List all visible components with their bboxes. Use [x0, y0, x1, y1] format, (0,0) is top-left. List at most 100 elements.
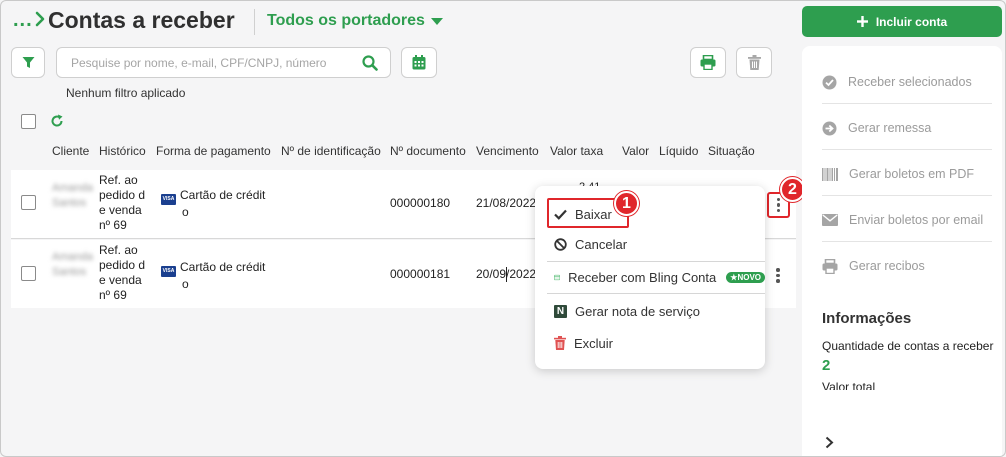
barcode-icon [822, 167, 838, 181]
client-name-blurred: Amanda Santos [52, 251, 93, 278]
panel-divider [822, 195, 992, 196]
filter-button[interactable] [11, 47, 45, 78]
breadcrumb[interactable]: ... [13, 9, 45, 32]
delete-button[interactable] [736, 47, 772, 78]
historico-line: pedido d [99, 188, 146, 202]
actions-panel: Receber selecionados Gerar remessa Gerar… [802, 46, 1002, 456]
page-title: Contas a receber [48, 7, 235, 33]
menu-item-baixar[interactable]: Baixar [535, 200, 765, 228]
printer-icon [822, 258, 838, 274]
client-name-blurred: Amanda Santos [52, 182, 93, 209]
col-identificacao[interactable]: Nº de identificação [281, 144, 381, 158]
chevron-right-icon [35, 11, 44, 27]
mail-icon [822, 214, 838, 226]
action-enviar-boletos-email[interactable]: Enviar boletos por email [822, 210, 992, 230]
panel-divider [822, 241, 992, 242]
step-badge-1: 1 [614, 191, 639, 216]
info-title: Informações [822, 310, 912, 327]
menu-item-label: Gerar nota de serviço [575, 303, 701, 319]
add-account-button[interactable]: Incluir conta [802, 6, 1002, 37]
calendar-button[interactable] [401, 47, 437, 78]
row-actions-button[interactable] [776, 268, 780, 283]
menu-item-label: Excluir [574, 335, 614, 351]
menu-item-cancelar[interactable]: Cancelar [535, 230, 765, 258]
action-label: Gerar boletos em PDF [849, 167, 975, 181]
col-historico[interactable]: Histórico [99, 144, 146, 158]
ban-icon [554, 237, 567, 251]
payment-method-line: Cartão de crédit [180, 188, 266, 202]
col-situacao[interactable]: Situação [708, 144, 755, 158]
total-label: Valor total [822, 380, 876, 390]
wallet-icon [554, 274, 561, 280]
action-gerar-recibos[interactable]: Gerar recibos [822, 256, 992, 276]
menu-item-nota-servico[interactable]: N Gerar nota de serviço [535, 297, 765, 325]
plus-icon [856, 16, 868, 27]
arrow-circle-icon [822, 121, 837, 135]
select-all-checkbox[interactable] [21, 114, 36, 129]
printer-icon [700, 55, 716, 70]
panel-divider [822, 149, 992, 150]
add-account-label: Incluir conta [875, 14, 948, 29]
menu-item-excluir[interactable]: Excluir [535, 329, 765, 357]
action-gerar-boletos-pdf[interactable]: Gerar boletos em PDF [822, 164, 992, 184]
historico-line: pedido d [99, 258, 146, 272]
action-label: Gerar remessa [848, 121, 932, 135]
visa-card-icon: VISA [161, 194, 176, 205]
payment-method-line: o [182, 205, 189, 219]
trash-icon [747, 55, 761, 70]
historico-line: e venda [99, 203, 142, 217]
historico-cell: Ref. ao pedido d e venda nº 69 [99, 243, 155, 303]
historico-cell: Ref. ao pedido d e venda nº 69 [99, 173, 155, 233]
print-button[interactable] [690, 47, 726, 78]
portadores-dropdown[interactable]: Todos os portadores [267, 12, 443, 30]
col-forma-pagamento[interactable]: Forma de pagamento [156, 144, 271, 158]
menu-item-label: Receber com Bling Conta [568, 269, 717, 285]
panel-divider [822, 103, 992, 104]
header-divider [254, 9, 255, 35]
kebab-menu-icon [776, 197, 781, 213]
check-icon [554, 209, 567, 220]
document-number: 000000180 [390, 196, 451, 210]
col-liquido[interactable]: Líquido [659, 144, 698, 158]
chevron-right-icon[interactable] [825, 436, 834, 449]
row-context-menu: Baixar Cancelar Receber com Bling Conta … [535, 186, 765, 369]
payment-method-line: o [182, 277, 189, 291]
document-number: 000000181 [390, 267, 451, 281]
historico-line: Ref. ao [99, 173, 138, 187]
search-icon[interactable] [362, 55, 378, 71]
quantity-value: 2 [822, 357, 831, 374]
action-receber-selecionados[interactable]: Receber selecionados [822, 72, 992, 92]
search-box[interactable] [56, 47, 391, 78]
search-input[interactable] [71, 54, 351, 72]
trash-icon [554, 336, 566, 350]
payment-cell: VISA Cartão de crédit o [161, 188, 276, 220]
col-cliente[interactable]: Cliente [52, 144, 89, 158]
col-vencimento[interactable]: Vencimento [476, 144, 539, 158]
action-label: Receber selecionados [848, 75, 972, 89]
menu-item-label: Cancelar [575, 236, 628, 252]
historico-line: Ref. ao [99, 243, 138, 257]
filter-status: Nenhum filtro aplicado [66, 86, 186, 100]
payment-method-line: Cartão de crédit [180, 260, 266, 274]
historico-line: e venda [99, 273, 142, 287]
new-badge: ★NOVO [726, 271, 765, 283]
refresh-icon[interactable] [50, 114, 64, 128]
menu-item-receber-bling[interactable]: Receber com Bling Conta ★NOVO [535, 263, 765, 291]
visa-card-icon: VISA [161, 266, 176, 277]
row-checkbox[interactable] [21, 266, 36, 281]
calendar-icon [412, 55, 426, 70]
n-icon: N [554, 304, 567, 318]
app-frame: ... Contas a receber Todos os portadores… [0, 0, 1006, 457]
filter-icon [22, 57, 34, 68]
col-documento[interactable]: Nº documento [390, 144, 466, 158]
menu-item-label: Baixar [575, 206, 612, 222]
menu-divider [547, 293, 765, 294]
row-checkbox[interactable] [21, 195, 36, 210]
menu-divider [547, 261, 765, 262]
breadcrumb-ellipsis[interactable]: ... [13, 9, 33, 31]
action-gerar-remessa[interactable]: Gerar remessa [822, 118, 992, 138]
due-date: 21/08/2022 [476, 196, 537, 210]
col-valor[interactable]: Valor [622, 144, 649, 158]
historico-line: nº 69 [99, 288, 127, 302]
col-valor-taxa[interactable]: Valor taxa [550, 144, 603, 158]
